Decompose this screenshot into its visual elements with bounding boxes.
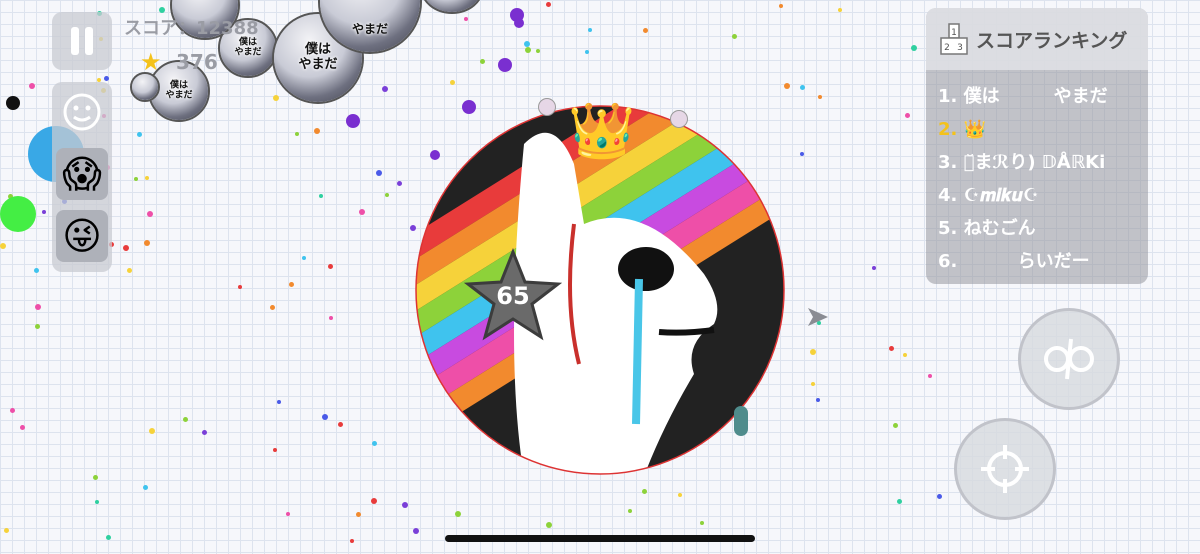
ranking-list: 1. 僕は やまだ 2. 👑 3. つ̆まℛり) 𝔻ÅℝKi 4. ☪𝒎𝒊𝒌𝒖☪… [926,70,1148,278]
cell-name: 僕は [304,42,332,58]
food-pellet [370,498,377,505]
food-pellet [903,352,908,357]
smiley-icon [63,93,101,131]
score-ranking-panel: 1 2 3 スコアランキング 1. 僕は やまだ 2. 👑 3. つ̆まℛり) … [926,8,1148,284]
ranking-entry: 1. 僕は やまだ [938,86,1108,107]
mass-value: 376 [176,50,218,74]
food-pellet [381,86,388,93]
enemy-cell-tiny [670,110,688,128]
food-pellet [328,316,333,321]
shocked-emoji-icon: 😱 [62,152,102,196]
food-pellet [371,441,377,447]
food-pellet [412,527,419,534]
svg-text:1: 1 [951,28,957,38]
food-pellet [799,151,804,156]
enemy-cell-green [0,196,36,232]
crosshair-icon [981,445,1029,493]
cell-name: 僕は [169,80,189,91]
cell-name: やまだ [298,57,338,72]
ranking-entry: 5. ねむごん [938,218,1036,239]
food-pellet [295,131,300,136]
food-pellet [700,520,705,525]
score-label: スコア：12388 [124,18,259,39]
food-pellet [94,500,99,505]
food-pellet [277,399,282,404]
food-pellet [346,114,360,128]
emote-shocked-button[interactable]: 😱 [56,148,108,200]
home-indicator[interactable] [445,535,755,542]
food-pellet [498,58,512,72]
level-value: 65 [496,282,530,310]
food-pellet [301,256,306,261]
enemy-cell-black [6,96,20,110]
food-pellet [778,4,783,9]
enemy-cell [130,72,160,102]
cell-name: やまだ [234,48,262,58]
food-pellet [871,265,876,270]
tongue-emoji-icon: 😜 [62,214,102,258]
food-pellet [514,18,524,28]
ranking-entry: 6. らいだー [938,251,1090,272]
food-pellet [480,58,486,64]
emote-menu-button[interactable] [58,88,106,136]
ranking-header: 1 2 3 スコアランキング [926,8,1148,70]
food-pellet [19,424,25,430]
enemy-cell-teal [734,406,748,436]
food-pellet [318,194,323,199]
crown-icon: 👑 [568,99,636,162]
food-pellet [545,1,551,7]
food-pellet [904,112,910,118]
food-pellet [584,50,589,55]
food-pellet [799,85,805,91]
food-pellet [535,48,540,53]
emote-tongue-button[interactable]: 😜 [56,210,108,262]
enemy-cell-tiny [538,98,556,116]
food-pellet [545,522,552,529]
food-pellet [288,281,294,287]
food-pellet [355,512,361,518]
cell-name: やまだ [165,91,193,101]
food-pellet [811,381,816,386]
food-pellet [321,413,328,420]
food-pellet [327,263,333,269]
food-pellet [272,94,279,101]
svg-text:2: 2 [944,43,950,53]
food-pellet [41,210,46,215]
food-pellet [143,239,150,246]
ranking-entry-self: 2. 👑 [938,119,987,140]
food-pellet [523,40,530,47]
food-pellet [314,127,321,134]
ranking-entry: 3. つ̆まℛり) 𝔻ÅℝKi [938,152,1106,173]
food-pellet [122,244,129,251]
mass-star-icon: ★ [140,48,162,76]
emote-panel: 😱 😜 [52,82,112,272]
food-pellet [893,422,899,428]
food-pellet [454,510,461,517]
split-icon [1044,338,1094,380]
pause-icon [71,27,93,55]
food-pellet [159,6,166,13]
svg-text:3: 3 [957,43,963,53]
food-pellet [375,169,382,176]
podium-icon: 1 2 3 [940,23,968,55]
food-pellet [525,46,532,53]
eject-button[interactable] [954,418,1056,520]
food-pellet [936,493,942,499]
pause-button[interactable] [52,12,112,70]
food-pellet [358,208,365,215]
food-pellet [587,28,592,33]
ranking-entry: 4. ☪𝒎𝒊𝒌𝒖☪ [938,185,1039,206]
cell-name: やまだ [351,22,389,37]
direction-arrow-icon [808,308,828,326]
split-button[interactable] [1018,308,1120,410]
ranking-title: スコアランキング [976,29,1128,52]
